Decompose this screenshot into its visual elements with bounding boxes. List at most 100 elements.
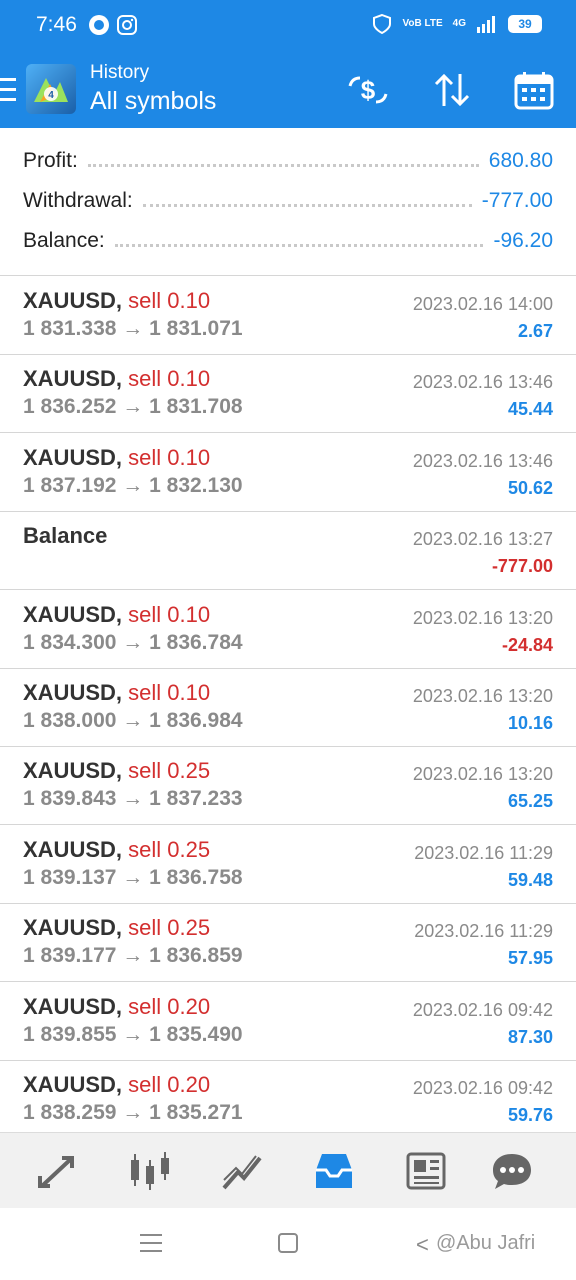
deal-profit: 10.16 bbox=[507, 713, 553, 733]
back-button[interactable]: < bbox=[416, 1232, 429, 1258]
price-arrow-icon: → bbox=[122, 787, 144, 811]
status-time: 7:46 bbox=[36, 13, 77, 36]
deal-row[interactable]: XAUUSD, sell 0.10 1 831.338 → 1 831.071 20… bbox=[0, 277, 576, 355]
deal-prices: 1 839.177 → 1 836.859 bbox=[23, 944, 243, 968]
deal-prices: 1 838.000 → 1 836.984 bbox=[23, 709, 243, 733]
deal-profit: 59.76 bbox=[507, 1105, 553, 1125]
open-price: 1 839.855 bbox=[23, 1022, 117, 1046]
deal-side: sell 0.20 bbox=[128, 1072, 211, 1097]
app-title: History bbox=[90, 62, 150, 83]
signal-label: 4G bbox=[452, 18, 466, 29]
deal-time: 2023.02.16 13:27 bbox=[412, 529, 553, 550]
deal-prices: 1 839.137 → 1 836.758 bbox=[23, 866, 243, 890]
deal-prices: 1 837.192 → 1 832.130 bbox=[23, 474, 243, 498]
balance-row[interactable]: Balance 2023.02.16 13:27 -777.00 bbox=[0, 512, 576, 591]
status-bar: 7:46 VoB LTE 4G 39 bbox=[0, 0, 576, 52]
deal-row[interactable]: XAUUSD, sell 0.10 1 836.252 → 1 831.708 20… bbox=[0, 355, 576, 434]
price-arrow-icon: → bbox=[122, 317, 144, 340]
symbol-name: Balance bbox=[23, 523, 108, 549]
news-icon[interactable] bbox=[404, 1150, 448, 1192]
symbol-filter[interactable]: All symbols bbox=[90, 84, 216, 118]
symbol-name: XAUUSD, bbox=[23, 993, 123, 1019]
symbol-name: XAUUSD, bbox=[23, 915, 123, 941]
deal-profit: 65.25 bbox=[507, 791, 553, 812]
leader-dots bbox=[114, 243, 484, 247]
app-bar: 4 History All symbols $ bbox=[0, 52, 576, 128]
deal-symbol: XAUUSD, sell 0.10 bbox=[23, 366, 210, 392]
deal-symbol: XAUUSD, sell 0.10 bbox=[23, 445, 210, 471]
deal-row[interactable]: XAUUSD, sell 0.25 1 839.137 → 1 836.758 20… bbox=[0, 826, 576, 904]
calendar-icon[interactable] bbox=[512, 70, 556, 110]
deal-time: 2023.02.16 13:20 bbox=[412, 686, 553, 706]
close-price: 1 831.708 bbox=[149, 395, 243, 419]
withdrawal-label: Withdrawal: bbox=[23, 189, 133, 212]
history-icon[interactable] bbox=[312, 1150, 356, 1192]
deal-time: 2023.02.16 13:46 bbox=[412, 450, 553, 471]
deal-row[interactable]: XAUUSD, sell 0.25 1 839.843 → 1 837.233 20… bbox=[0, 747, 576, 826]
price-arrow-icon: → bbox=[122, 1022, 144, 1046]
chart-icon[interactable] bbox=[128, 1150, 172, 1192]
open-price: 1 838.259 bbox=[23, 1101, 117, 1124]
deal-profit: 2.67 bbox=[517, 321, 553, 341]
price-arrow-icon: → bbox=[122, 709, 144, 732]
deal-row[interactable]: XAUUSD, sell 0.20 1 839.855 → 1 835.490 20… bbox=[0, 983, 576, 1061]
metatrader-logo: 4 bbox=[26, 64, 76, 114]
price-arrow-icon: → bbox=[122, 473, 144, 497]
app-notification-icon bbox=[89, 15, 109, 35]
close-price: 1 831.071 bbox=[149, 317, 243, 340]
instagram-icon bbox=[117, 15, 137, 35]
deal-row[interactable]: XAUUSD, sell 0.25 1 839.177 → 1 836.859 20… bbox=[0, 904, 576, 983]
profit-row: Profit: 680.80 bbox=[23, 141, 553, 181]
chat-icon[interactable] bbox=[490, 1150, 534, 1192]
deal-row[interactable]: XAUUSD, sell 0.20 1 838.259 → 1 835.271 20… bbox=[0, 1061, 576, 1139]
home-button[interactable] bbox=[278, 1233, 298, 1253]
deal-time: 2023.02.16 11:29 bbox=[414, 842, 553, 863]
deal-side: sell 0.10 bbox=[128, 601, 211, 627]
symbol-name: XAUUSD, bbox=[23, 444, 123, 470]
balance-row: Balance: -96.20 bbox=[23, 221, 553, 261]
sort-icon[interactable] bbox=[430, 70, 474, 110]
leader-dots bbox=[87, 163, 479, 167]
deal-symbol: XAUUSD, sell 0.25 bbox=[23, 758, 210, 784]
history-summary: Profit: 680.80 Withdrawal: -777.00 Balan… bbox=[0, 128, 576, 276]
deal-prices: 1 831.338 → 1 831.071 bbox=[23, 317, 243, 341]
deal-prices: 1 834.300 → 1 836.784 bbox=[23, 631, 243, 655]
quotes-icon[interactable] bbox=[36, 1150, 80, 1192]
price-arrow-icon: → bbox=[122, 630, 144, 654]
deal-row[interactable]: XAUUSD, sell 0.10 1 837.192 → 1 832.130 20… bbox=[0, 434, 576, 512]
menu-icon[interactable] bbox=[0, 78, 16, 102]
svg-text:$: $ bbox=[361, 75, 376, 105]
balance-value: -96.20 bbox=[493, 229, 553, 252]
deal-side: sell 0.10 bbox=[128, 680, 211, 705]
open-price: 1 834.300 bbox=[23, 630, 117, 654]
deal-profit: -777.00 bbox=[491, 556, 553, 577]
deal-symbol: XAUUSD, sell 0.20 bbox=[23, 994, 210, 1020]
deal-time: 2023.02.16 09:42 bbox=[412, 999, 553, 1020]
open-price: 1 836.252 bbox=[23, 395, 117, 419]
svg-text:4: 4 bbox=[48, 90, 54, 101]
deal-symbol: XAUUSD, sell 0.25 bbox=[23, 837, 210, 863]
recent-apps-button[interactable] bbox=[140, 1234, 162, 1258]
vpn-shield-icon bbox=[373, 14, 392, 34]
deal-row[interactable]: XAUUSD, sell 0.10 1 834.300 → 1 836.784 20… bbox=[0, 591, 576, 669]
deposit-currency-icon[interactable]: $ bbox=[346, 70, 390, 110]
deal-side: sell 0.20 bbox=[128, 993, 211, 1019]
deal-profit: 87.30 bbox=[507, 1026, 553, 1047]
deal-symbol: XAUUSD, sell 0.20 bbox=[23, 1072, 210, 1098]
close-price: 1 836.784 bbox=[149, 630, 243, 654]
deal-time: 2023.02.16 11:29 bbox=[414, 921, 553, 942]
balance-label: Balance: bbox=[23, 229, 105, 252]
symbol-name: XAUUSD, bbox=[23, 836, 123, 862]
symbol-name: XAUUSD, bbox=[23, 601, 123, 627]
trade-icon[interactable] bbox=[220, 1150, 264, 1192]
deal-symbol: XAUUSD, sell 0.25 bbox=[23, 915, 210, 941]
deal-profit: 45.44 bbox=[507, 399, 553, 420]
close-price: 1 836.984 bbox=[149, 709, 243, 732]
deal-side: sell 0.25 bbox=[128, 758, 211, 784]
deal-row[interactable]: XAUUSD, sell 0.10 1 838.000 → 1 836.984 20… bbox=[0, 669, 576, 747]
price-arrow-icon: → bbox=[122, 1101, 144, 1124]
metatrader-logo-mark: 4 bbox=[34, 78, 68, 102]
deal-profit: -24.84 bbox=[501, 634, 553, 655]
deal-profit: 50.62 bbox=[507, 477, 553, 498]
network-label: VoB LTE bbox=[402, 18, 443, 29]
